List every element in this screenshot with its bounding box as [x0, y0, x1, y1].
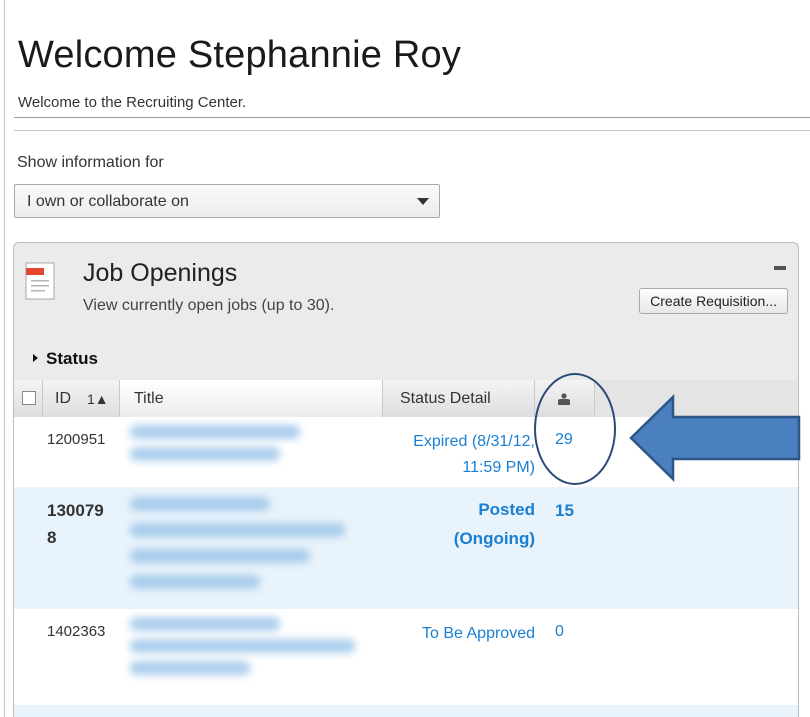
table-row — [14, 705, 798, 717]
person-icon — [558, 393, 570, 405]
column-header-title-label: Title — [134, 390, 164, 407]
sort-ascending-icon: 1▲ — [87, 391, 109, 407]
candidate-count-link[interactable]: 0 — [555, 623, 564, 641]
page-title: Welcome Stephannie Roy — [18, 34, 462, 76]
status-detail-link[interactable]: To Be Approved — [422, 621, 535, 647]
left-border — [4, 0, 5, 717]
document-icon — [25, 262, 55, 300]
requisition-id-line: 8 — [47, 528, 57, 547]
status-toggle[interactable]: Status — [33, 349, 98, 369]
column-header-candidates[interactable] — [535, 380, 595, 417]
requisition-id: 130079 8 — [47, 497, 113, 551]
column-header-title[interactable]: Title — [120, 380, 383, 417]
table-row[interactable]: 130079 8 Posted (Ongoing) 15 — [14, 487, 798, 609]
create-requisition-button[interactable]: Create Requisition... — [639, 288, 788, 314]
requisition-id: 1200951 — [47, 431, 106, 448]
candidate-count-link[interactable]: 15 — [555, 501, 574, 521]
page-subtitle: Welcome to the Recruiting Center. — [18, 94, 247, 111]
column-header-id-label: ID — [55, 390, 71, 407]
status-detail-link[interactable]: Expired (8/31/12, 11:59 PM) — [413, 429, 535, 481]
job-title-blurred[interactable] — [120, 487, 383, 589]
requisition-id: 1402363 — [47, 623, 106, 640]
panel-subtitle: View currently open jobs (up to 30). — [83, 297, 335, 314]
dropdown-arrow-icon — [417, 198, 429, 205]
expand-triangle-icon — [33, 354, 38, 362]
select-all-header — [14, 380, 43, 417]
job-title-blurred[interactable] — [120, 417, 383, 461]
annotation-arrow-icon — [629, 394, 801, 482]
status-line: (Ongoing) — [453, 529, 535, 548]
status-line: Expired (8/31/12, — [413, 433, 535, 450]
table-row[interactable]: 1402363 To Be Approved 0 — [14, 609, 798, 705]
candidate-count-link[interactable]: 29 — [555, 431, 573, 449]
filter-label: Show information for — [17, 154, 164, 171]
column-header-id[interactable]: ID 1▲ — [43, 380, 120, 417]
divider — [14, 117, 810, 118]
panel-title: Job Openings — [83, 259, 238, 287]
job-title-blurred[interactable] — [120, 609, 383, 675]
status-detail-link[interactable]: Posted (Ongoing) — [454, 495, 535, 553]
minimize-icon[interactable] — [774, 266, 786, 270]
ownership-filter-select[interactable]: I own or collaborate on — [14, 184, 440, 218]
requisition-id-line: 130079 — [47, 501, 104, 520]
column-header-status-label: Status Detail — [400, 390, 491, 407]
status-line: 11:59 PM) — [462, 459, 535, 476]
divider — [14, 130, 810, 131]
filter-selected-value: I own or collaborate on — [27, 193, 189, 210]
status-toggle-label: Status — [46, 349, 98, 368]
column-header-status-detail[interactable]: Status Detail — [383, 380, 535, 417]
status-line: Posted — [478, 500, 535, 519]
select-all-checkbox[interactable] — [22, 391, 36, 405]
